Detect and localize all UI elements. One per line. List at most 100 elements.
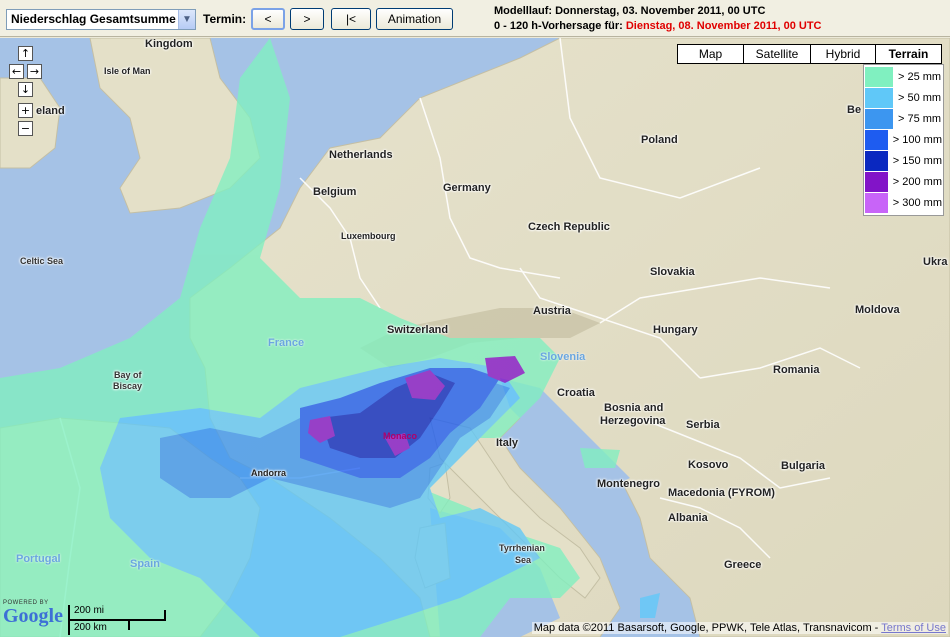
- first-button[interactable]: |<: [331, 8, 371, 30]
- legend-swatch: [865, 67, 893, 87]
- label-bay-of-biscay-1: Bay of: [114, 370, 142, 380]
- pan-left-button[interactable]: ←: [9, 64, 24, 79]
- legend-item: > 75 mm: [865, 109, 942, 129]
- label-italy: Italy: [496, 437, 519, 449]
- legend-swatch: [865, 130, 888, 150]
- animation-button[interactable]: Animation: [376, 8, 453, 30]
- legend-item: > 25 mm: [865, 67, 942, 87]
- label-monaco: Monaco: [383, 431, 418, 441]
- label-switzerland: Switzerland: [387, 324, 449, 336]
- label-ireland: eland: [36, 105, 65, 117]
- product-select[interactable]: Niederschlag Gesamtsumme ▼: [6, 9, 196, 30]
- plus-icon: +: [20, 104, 31, 117]
- label-netherlands: Netherlands: [329, 149, 393, 161]
- label-hungary: Hungary: [653, 324, 698, 336]
- label-kingdom: Kingdom: [145, 38, 193, 50]
- legend-label: > 150 mm: [892, 155, 942, 167]
- pan-right-button[interactable]: →: [27, 64, 42, 79]
- legend-label: > 50 mm: [898, 92, 942, 104]
- label-croatia: Croatia: [557, 387, 595, 399]
- zoom-out-button[interactable]: −: [18, 121, 33, 136]
- scale-line: [68, 619, 166, 621]
- legend-swatch: [865, 172, 888, 192]
- label-bulgaria: Bulgaria: [781, 460, 826, 472]
- arrow-up-icon: ↑: [20, 47, 31, 60]
- label-slovakia: Slovakia: [650, 266, 695, 278]
- scale-bar: 200 mi 200 km: [68, 605, 168, 635]
- label-celtic-sea: Celtic Sea: [20, 256, 64, 266]
- arrow-left-icon: ←: [11, 65, 22, 78]
- forecast-date: Dienstag, 08. November 2011, 00 UTC: [625, 20, 822, 32]
- next-button[interactable]: >: [290, 8, 324, 30]
- legend-label: > 75 mm: [898, 113, 942, 125]
- precipitation-legend: > 25 mm > 50 mm > 75 mm > 100 mm > 150 mm > 2…: [863, 64, 944, 216]
- model-run-text: Modelllauf: Donnerstag, 03. November 201…: [494, 5, 766, 17]
- pan-up-button[interactable]: ↑: [18, 46, 33, 61]
- scale-km: 200 km: [74, 622, 107, 633]
- legend-label: > 200 mm: [892, 176, 942, 188]
- label-luxembourg: Luxembourg: [341, 231, 396, 241]
- label-portugal: Portugal: [16, 553, 61, 565]
- arrow-right-icon: →: [29, 65, 40, 78]
- map-type-satellite[interactable]: Satellite: [743, 44, 811, 64]
- label-serbia: Serbia: [686, 419, 720, 431]
- legend-item: > 150 mm: [865, 151, 942, 171]
- label-greece: Greece: [724, 559, 762, 571]
- legend-swatch: [865, 193, 888, 213]
- legend-item: > 300 mm: [865, 193, 942, 213]
- label-kosovo: Kosovo: [688, 459, 729, 471]
- label-andorra: Andorra: [251, 468, 287, 478]
- legend-item: > 200 mm: [865, 172, 942, 192]
- product-select-value: Niederschlag Gesamtsumme: [11, 12, 176, 26]
- label-spain: Spain: [130, 558, 160, 570]
- pan-down-button[interactable]: ↓: [18, 82, 33, 97]
- terms-of-use-link[interactable]: Terms of Use: [881, 622, 946, 634]
- toolbar: Niederschlag Gesamtsumme ▼ Termin: < > |…: [0, 0, 950, 37]
- legend-label: > 300 mm: [892, 197, 942, 209]
- label-germany: Germany: [443, 182, 491, 194]
- legend-swatch: [865, 151, 888, 171]
- legend-item: > 100 mm: [865, 130, 942, 150]
- forecast-prefix: 0 - 120 h-Vorhersage für:: [494, 20, 623, 32]
- forecast-text: 0 - 120 h-Vorhersage für: Dienstag, 08. …: [494, 20, 822, 32]
- chevron-down-icon[interactable]: ▼: [178, 10, 195, 29]
- map-type-control: Map Satellite Hybrid Terrain: [677, 44, 943, 64]
- label-austria: Austria: [533, 305, 571, 317]
- map-canvas[interactable]: Kingdom Isle of Man eland Celtic Sea Net…: [0, 38, 950, 637]
- label-moldova: Moldova: [855, 304, 900, 316]
- termin-label: Termin:: [203, 12, 247, 26]
- map-copyright: Map data ©2011 Basarsoft, Google, PPWK, …: [531, 622, 948, 634]
- previous-button[interactable]: <: [251, 8, 285, 30]
- label-czech-republic: Czech Republic: [528, 221, 610, 233]
- label-belgium: Belgium: [313, 186, 357, 198]
- google-wordmark-text: Google: [3, 605, 63, 627]
- legend-label: > 100 mm: [892, 134, 942, 146]
- legend-label: > 25 mm: [898, 71, 942, 83]
- google-logo[interactable]: POWERED BY Google: [3, 600, 65, 626]
- label-tyrrhenian-1: Tyrrhenian: [499, 543, 545, 553]
- label-montenegro: Montenegro: [597, 478, 660, 490]
- label-slovenia: Slovenia: [540, 351, 586, 363]
- label-bosnia-2: Herzegovina: [600, 415, 666, 427]
- map-type-map[interactable]: Map: [677, 44, 744, 64]
- scale-miles: 200 mi: [74, 605, 105, 616]
- copyright-text: Map data ©2011 Basarsoft, Google, PPWK, …: [533, 622, 882, 634]
- label-isle-of-man: Isle of Man: [104, 66, 151, 76]
- scale-tick: [128, 620, 130, 630]
- map-type-terrain[interactable]: Terrain: [875, 44, 942, 64]
- label-albania: Albania: [668, 512, 708, 524]
- label-bay-of-biscay-2: Biscay: [113, 381, 143, 391]
- minus-icon: −: [20, 122, 31, 135]
- label-romania: Romania: [773, 364, 820, 376]
- label-poland: Poland: [641, 134, 678, 146]
- zoom-in-button[interactable]: +: [18, 103, 33, 118]
- legend-swatch: [865, 109, 893, 129]
- label-tyrrhenian-2: Sea: [515, 555, 532, 565]
- legend-item: > 50 mm: [865, 88, 942, 108]
- label-macedonia: Macedonia (FYROM): [668, 487, 775, 499]
- label-ukraine: Ukra: [923, 256, 948, 268]
- arrow-down-icon: ↓: [20, 83, 31, 96]
- legend-swatch: [865, 88, 893, 108]
- scale-tick: [164, 610, 166, 620]
- map-type-hybrid[interactable]: Hybrid: [810, 44, 876, 64]
